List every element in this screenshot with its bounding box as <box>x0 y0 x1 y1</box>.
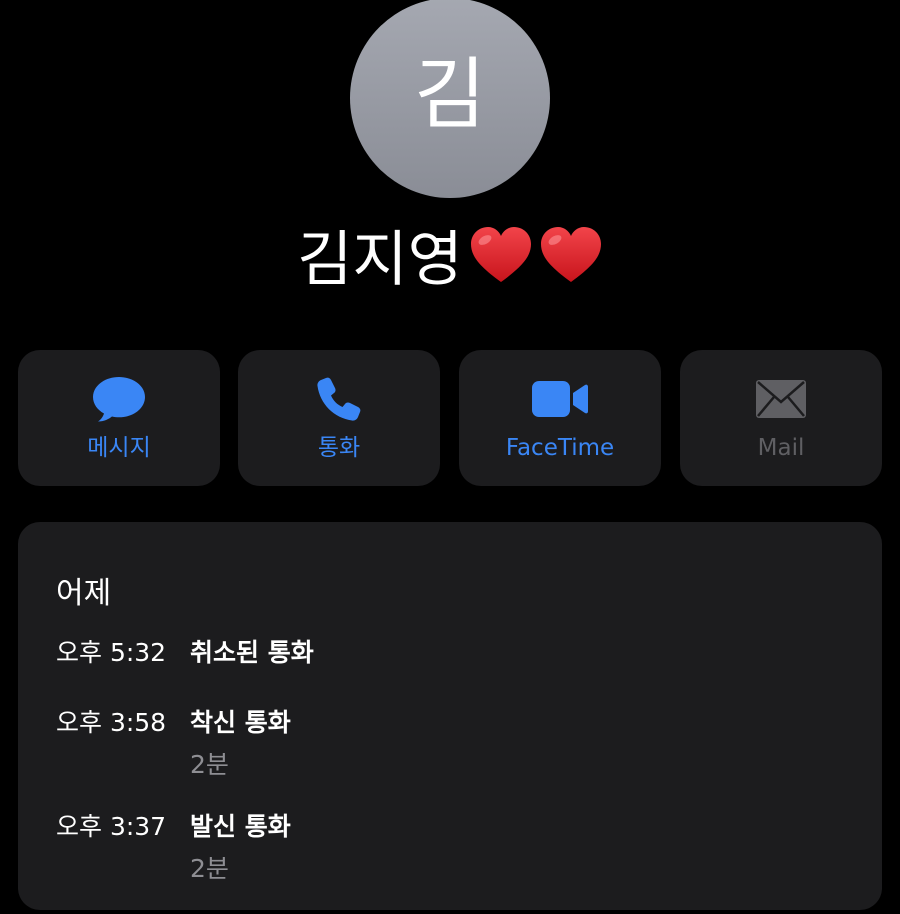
message-button-label: 메시지 <box>87 435 151 461</box>
call-type: 착신 통화 <box>190 708 291 737</box>
heart-icon <box>540 227 601 282</box>
facetime-button-label: FaceTime <box>505 435 615 461</box>
facetime-button[interactable]: FaceTime <box>459 350 661 486</box>
avatar-initial: 김 <box>414 50 486 140</box>
call-type: 발신 통화 <box>190 812 291 841</box>
action-buttons-row: 메시지 통화 FaceTime Mail <box>18 350 882 486</box>
call-type: 취소된 통화 <box>190 638 314 667</box>
envelope-icon <box>756 380 806 418</box>
contact-name: 김지영 <box>0 218 900 302</box>
contact-name-text: 김지영 <box>297 225 463 295</box>
call-history-card: 어제 오후 5:32 취소된 통화 오후 3:58 착신 통화 2분 오후 3:… <box>18 522 882 910</box>
video-camera-icon <box>532 381 588 417</box>
call-time: 오후 3:58 <box>56 708 167 737</box>
call-time: 오후 3:37 <box>56 812 167 841</box>
message-bubble-icon <box>93 377 145 422</box>
call-duration: 2분 <box>190 854 229 883</box>
history-date-header: 어제 <box>56 576 112 611</box>
call-time: 오후 5:32 <box>56 638 167 667</box>
call-button[interactable]: 통화 <box>238 350 440 486</box>
phone-icon <box>317 377 361 421</box>
contact-avatar[interactable]: 김 <box>350 0 550 198</box>
mail-button[interactable]: Mail <box>680 350 882 486</box>
mail-button-label: Mail <box>757 435 805 461</box>
message-button[interactable]: 메시지 <box>18 350 220 486</box>
heart-icon <box>470 227 531 282</box>
call-button-label: 통화 <box>317 435 361 461</box>
call-duration: 2분 <box>190 750 229 779</box>
